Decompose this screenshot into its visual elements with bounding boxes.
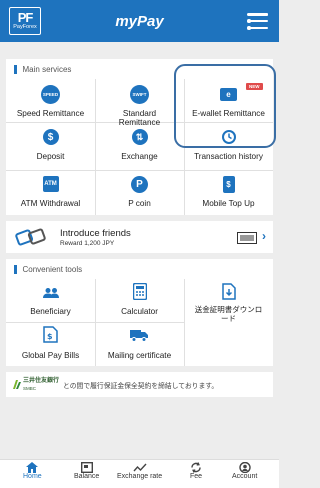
mobile-icon: $	[222, 176, 235, 193]
tab-home[interactable]: Home	[23, 462, 42, 480]
beneficiary-button[interactable]: Beneficiary	[6, 287, 95, 316]
home-icon	[26, 462, 39, 473]
calculator-icon	[132, 282, 147, 301]
exchange-button[interactable]: ⇅ Exchange	[95, 129, 184, 161]
tab-fee[interactable]: Fee	[190, 462, 202, 480]
atm-withdrawal-button[interactable]: ATM ATM Withdrawal	[6, 176, 95, 208]
mailing-certificate-label: Mailing certificate	[107, 351, 172, 360]
mobile-top-up-label: Mobile Top Up	[202, 199, 255, 208]
remittance-certificate-download-button[interactable]: 送金証明書ダウンロード	[184, 283, 273, 323]
remittance-certificate-download-label: 送金証明書ダウンロード	[194, 305, 263, 323]
standard-remittance-button[interactable]: SWIFT Standard Remittance	[95, 85, 184, 127]
convenient-tools-title: Convenient tools	[6, 259, 273, 279]
bottom-tab-bar: Home Balance Exchange rate Fee Account	[0, 459, 279, 488]
tab-home-label: Home	[23, 473, 42, 480]
p-coin-button[interactable]: P P coin	[95, 176, 184, 208]
fee-icon	[191, 462, 201, 473]
exchange-label: Exchange	[121, 152, 158, 161]
speed-remittance-button[interactable]: SPEED Speed Remittance	[6, 85, 95, 118]
atm-withdrawal-label: ATM Withdrawal	[20, 199, 81, 208]
logo-mark: PF	[17, 9, 34, 25]
bank-notice-text: との間で履行保証金保全契約を締結しております。	[63, 382, 219, 390]
tab-exchange-rate-label: Exchange rate	[117, 473, 163, 480]
global-pay-bills-button[interactable]: $ Global Pay Bills	[6, 326, 95, 360]
friends-rings-icon	[14, 227, 48, 247]
calculator-button[interactable]: Calculator	[95, 282, 184, 316]
speed-badge-icon: SPEED	[41, 85, 60, 104]
bank-name: 三井住友銀行	[23, 377, 60, 384]
invite-title: Introduce friends	[60, 227, 131, 239]
invite-subtitle: Reward 1,200 JPY	[60, 239, 115, 247]
calculator-label: Calculator	[121, 307, 158, 316]
smbc-logo: 三井住友銀行 SMBC	[12, 377, 59, 393]
account-icon	[238, 462, 251, 473]
deposit-button[interactable]: $ Deposit	[6, 129, 95, 161]
download-certificate-icon	[221, 283, 236, 301]
tab-fee-label: Fee	[190, 473, 203, 480]
p-coin-label: P coin	[128, 199, 151, 208]
svg-text:$: $	[47, 332, 53, 341]
pay-bills-icon: $	[43, 326, 58, 344]
tab-account-label: Account	[232, 473, 258, 480]
gift-card-icon	[237, 231, 257, 244]
p-coin-icon: P	[131, 176, 148, 193]
app-title: myPay	[115, 12, 164, 30]
beneficiary-label: Beneficiary	[30, 307, 71, 316]
ewallet-highlight-frame	[174, 64, 276, 148]
people-icon	[42, 287, 60, 301]
bank-notice: 三井住友銀行 SMBC との間で履行保証金保全契約を締結しております。	[6, 372, 273, 397]
mailing-certificate-button[interactable]: Mailing certificate	[95, 326, 184, 360]
transaction-history-label: Transaction history	[194, 152, 263, 161]
speed-remittance-label: Speed Remittance	[16, 109, 85, 118]
chart-icon	[133, 463, 147, 472]
convenient-tools-card: Convenient tools Beneficiary Calculator …	[6, 259, 273, 366]
tab-exchange-rate[interactable]: Exchange rate	[117, 462, 162, 480]
mobile-top-up-button[interactable]: $ Mobile Top Up	[184, 176, 273, 208]
truck-icon	[130, 326, 149, 344]
introduce-friends-banner[interactable]: Introduce friends Reward 1,200 JPY ›	[6, 221, 273, 253]
tab-balance-label: Balance	[74, 473, 100, 480]
exchange-icon: ⇅	[131, 129, 148, 145]
payforex-logo[interactable]: PF PayForex	[9, 7, 41, 35]
tab-balance[interactable]: Balance	[74, 462, 99, 480]
menu-icon[interactable]	[246, 10, 270, 32]
app-header: PF PayForex myPay	[0, 0, 279, 42]
deposit-label: Deposit	[36, 152, 65, 161]
chevron-right-icon: ›	[262, 229, 266, 243]
bank-sub: SMBC	[23, 385, 37, 391]
tab-account[interactable]: Account	[232, 462, 257, 480]
balance-icon	[80, 462, 93, 473]
swift-badge-icon: SWIFT	[130, 85, 149, 104]
logo-text: PayForex	[13, 23, 37, 30]
dollar-icon: $	[42, 129, 59, 145]
standard-remittance-label: Standard Remittance	[118, 109, 161, 127]
atm-icon: ATM	[42, 176, 59, 192]
global-pay-bills-label: Global Pay Bills	[21, 351, 80, 360]
